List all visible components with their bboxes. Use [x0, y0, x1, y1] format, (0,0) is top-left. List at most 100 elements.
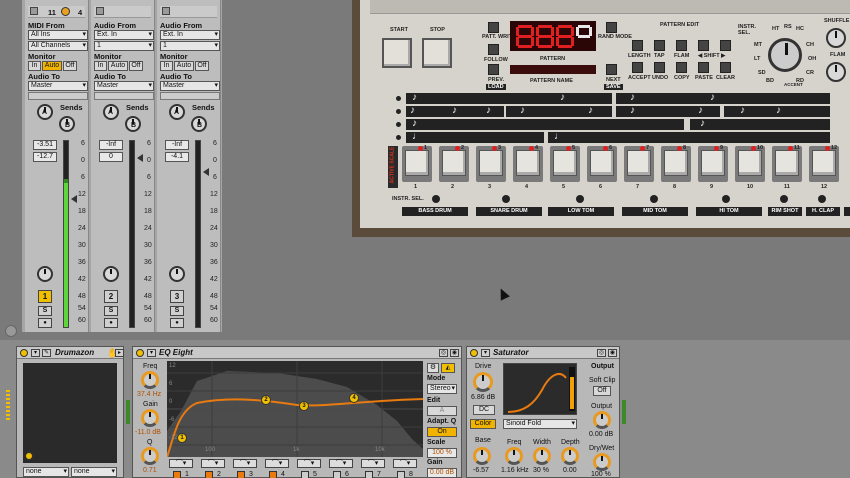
monitor-auto-button[interactable]: Auto [174, 61, 194, 71]
eq-curve-graph[interactable] [167, 361, 423, 457]
step-key[interactable] [664, 150, 688, 176]
drive-value[interactable]: 6.86 dB [471, 394, 495, 401]
start-button[interactable] [382, 38, 412, 68]
prev-button[interactable] [488, 64, 499, 75]
output-knob[interactable] [593, 411, 611, 429]
output-channel-field[interactable] [160, 92, 220, 100]
step-key[interactable] [738, 150, 762, 176]
macro-select-1[interactable]: none [23, 467, 69, 477]
instrument-select-dial[interactable] [768, 38, 802, 72]
device-save-button[interactable]: ◉ [608, 349, 617, 357]
arm-button[interactable]: ● [170, 318, 184, 328]
color-toggle[interactable]: Color [470, 419, 496, 429]
output-channel-field[interactable] [94, 92, 154, 100]
spectrum-toggle-icon[interactable]: ◭ [441, 363, 455, 373]
input-channel-select[interactable]: 1 [94, 41, 154, 51]
monitor-in-button[interactable]: In [28, 61, 41, 71]
eq-band-toggle[interactable] [397, 471, 405, 478]
eq-gear-icon[interactable]: ⚙ [427, 363, 439, 373]
monitor-off-button[interactable]: Off [63, 61, 77, 71]
scale-row-4-right[interactable] [548, 132, 830, 143]
width-value[interactable]: 30 % [533, 467, 549, 474]
tap-button[interactable] [654, 40, 665, 51]
eq-band-filter-type[interactable]: ⌒▾ [265, 459, 289, 468]
monitor-off-button[interactable]: Off [129, 61, 143, 71]
eq-band-toggle[interactable] [173, 471, 181, 478]
step-button-5[interactable] [550, 146, 580, 182]
stop-button[interactable] [422, 38, 452, 68]
eq-band-filter-type[interactable]: ⌒▾ [393, 459, 417, 468]
input-type-select[interactable]: Ext. In [160, 30, 220, 40]
hot-swap-button[interactable]: ◎ [597, 349, 606, 357]
scale-row-4-left[interactable] [406, 132, 544, 143]
track-activator-button[interactable]: 3 [170, 290, 184, 303]
depth-knob[interactable] [561, 447, 579, 465]
freq-knob[interactable] [141, 371, 159, 389]
eq-band-filter-type[interactable]: ⌒▾ [233, 459, 257, 468]
monitor-in-button[interactable]: In [160, 61, 173, 71]
peak-value[interactable]: -12.7 [33, 152, 57, 162]
undo-button[interactable] [654, 62, 665, 73]
output-value[interactable]: 0.00 dB [589, 431, 613, 438]
eq-band-toggle[interactable] [365, 471, 373, 478]
instrument-select-dot[interactable] [432, 195, 440, 203]
monitor-in-button[interactable]: In [94, 61, 107, 71]
instrument-select-dot[interactable] [502, 195, 510, 203]
hot-swap-button[interactable]: ◎ [439, 349, 448, 357]
eq-band-toggle[interactable] [269, 471, 277, 478]
eq-band-toggle[interactable] [237, 471, 245, 478]
flam-edit-button[interactable] [676, 40, 687, 51]
device-fold-button[interactable]: ▾ [31, 349, 40, 357]
edit-select-button[interactable]: A [427, 406, 457, 416]
input-type-select[interactable]: Ext. In [94, 30, 154, 40]
pan-knob[interactable] [169, 266, 185, 282]
instrument-select-dot[interactable] [818, 195, 826, 203]
shuffle-knob[interactable] [826, 28, 846, 48]
q-value[interactable]: 0.71 [143, 467, 157, 474]
device-on-toggle[interactable] [20, 349, 28, 357]
volume-value[interactable]: -3.51 [33, 140, 57, 150]
volume-fader-handle[interactable] [137, 154, 143, 162]
step-key[interactable] [405, 150, 429, 176]
arm-button[interactable]: ● [38, 318, 52, 328]
accept-button[interactable] [632, 62, 643, 73]
step-key[interactable] [627, 150, 651, 176]
eq-display[interactable]: 1 2 3 4 12 6 0 -6 -12 100 1k 10k [167, 361, 423, 457]
scale-row-3-left[interactable] [406, 119, 684, 130]
scale-row-1-right[interactable] [616, 93, 830, 104]
output-type-select[interactable]: Master [28, 81, 88, 91]
volume-value[interactable]: -Inf [99, 140, 123, 150]
shift-right-button[interactable] [720, 40, 731, 51]
solo-button[interactable]: S [170, 306, 184, 316]
eq-band-filter-type[interactable]: ⌒▾ [361, 459, 385, 468]
width-knob[interactable] [533, 447, 551, 465]
clear-button[interactable] [720, 62, 731, 73]
scale-value[interactable]: 100 % [427, 448, 457, 458]
instrument-select-dot[interactable] [722, 195, 730, 203]
device-on-toggle[interactable] [470, 349, 478, 357]
volume-fader-handle[interactable] [71, 195, 77, 203]
dry-wet-value[interactable]: 100 % [591, 471, 611, 478]
link-icon[interactable] [5, 325, 17, 337]
depth-value[interactable]: 0.00 [563, 467, 577, 474]
patt-write-button[interactable] [488, 22, 499, 33]
track-activator[interactable] [162, 7, 170, 15]
dc-toggle[interactable]: DC [473, 405, 495, 415]
sat-freq-value[interactable]: 1.16 kHz [501, 467, 529, 474]
device-save-button[interactable]: ◉ [450, 349, 459, 357]
xy-handle[interactable] [25, 452, 33, 460]
output-channel-field[interactable] [28, 92, 88, 100]
step-button-4[interactable] [513, 146, 543, 182]
output-gain-value[interactable]: 0.00 dB [427, 468, 457, 478]
step-button-10[interactable] [735, 146, 765, 182]
step-key[interactable] [701, 150, 725, 176]
step-button-9[interactable] [698, 146, 728, 182]
step-button-12[interactable] [809, 146, 839, 182]
instrument-select-dot[interactable] [780, 195, 788, 203]
shift-left-button[interactable] [698, 40, 709, 51]
output-type-select[interactable]: Master [94, 81, 154, 91]
eq-band-toggle[interactable] [333, 471, 341, 478]
solo-button[interactable]: S [38, 306, 52, 316]
step-button-1[interactable] [402, 146, 432, 182]
base-knob[interactable] [473, 447, 491, 465]
